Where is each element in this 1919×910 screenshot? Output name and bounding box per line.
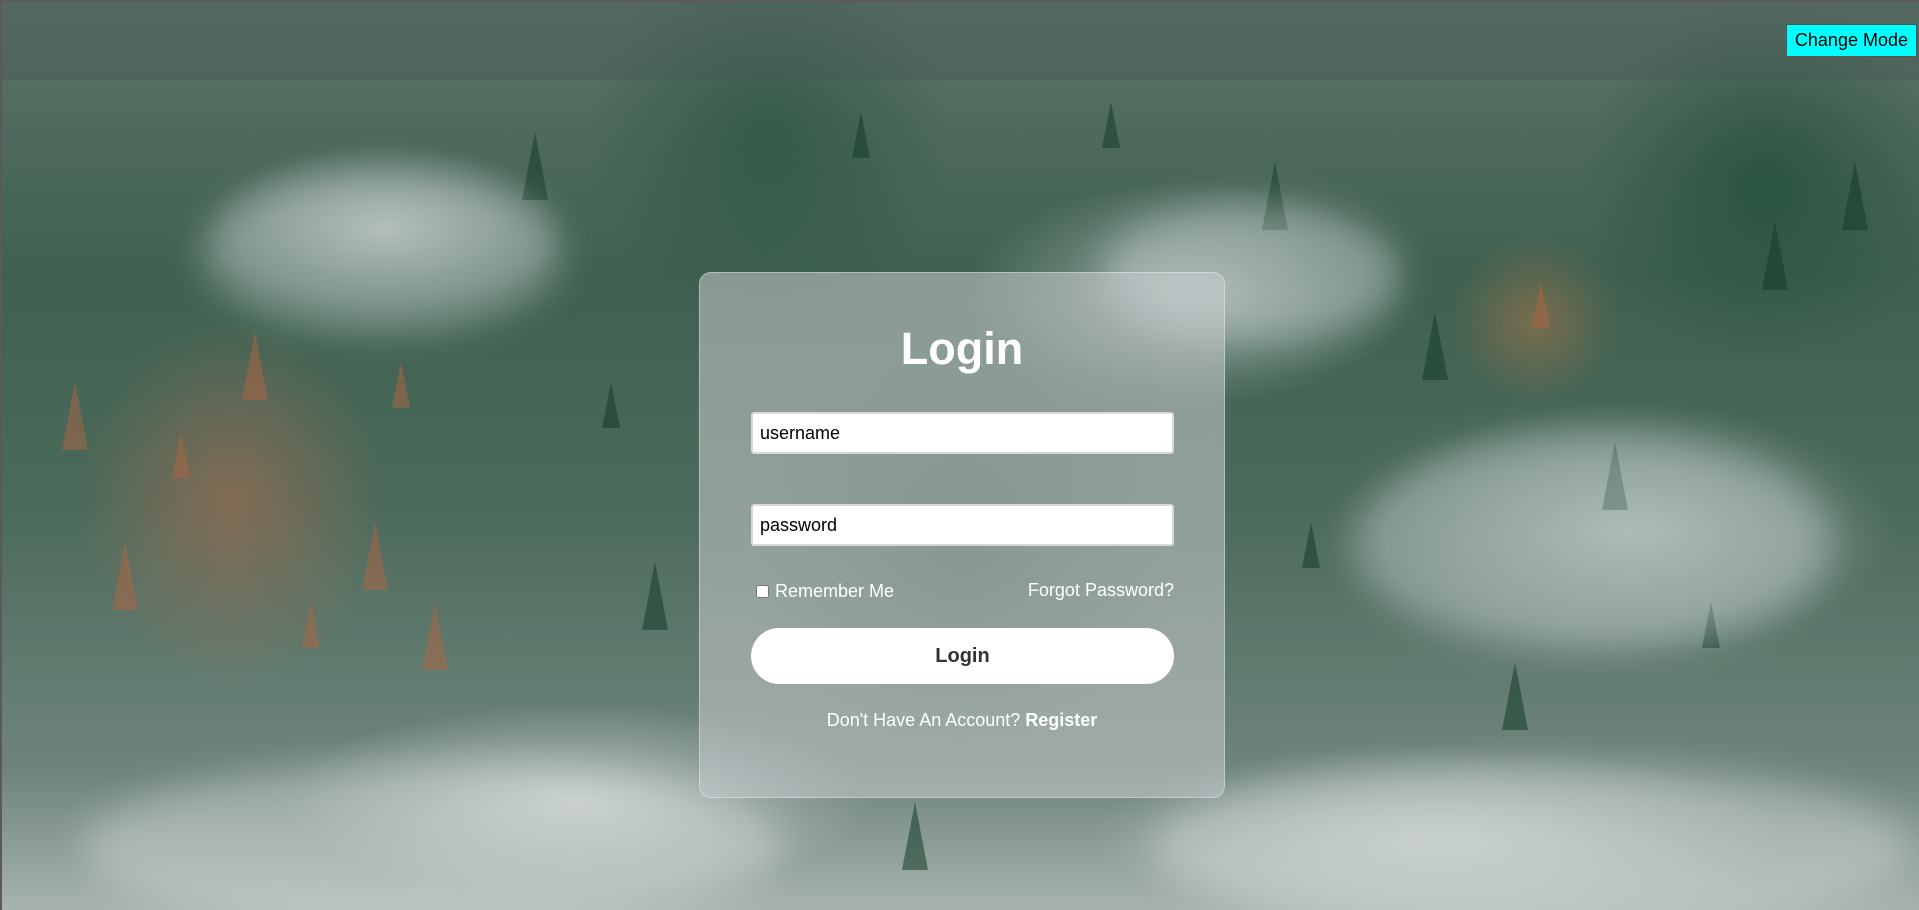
tree-decoration [642, 562, 668, 630]
tree-decoration [362, 522, 388, 590]
tree-decoration [1532, 282, 1550, 328]
no-account-text: Don't Have An Account? [826, 710, 1026, 730]
tree-decoration [602, 382, 620, 428]
tree-decoration [1502, 662, 1528, 730]
tree-decoration [422, 602, 448, 670]
tree-decoration [902, 802, 928, 870]
tree-decoration [1102, 102, 1120, 148]
tree-decoration [62, 382, 88, 450]
remember-me-label: Remember Me [775, 581, 895, 601]
login-button[interactable]: Login [751, 628, 1174, 684]
tree-decoration [392, 362, 410, 408]
mist-decoration [1352, 432, 1832, 652]
top-bar: Change Mode [2, 2, 1919, 80]
tree-decoration [522, 132, 548, 200]
register-prompt: Don't Have An Account? Register [700, 710, 1224, 731]
tree-decoration [302, 602, 320, 648]
tree-decoration [242, 332, 268, 400]
password-input[interactable] [751, 504, 1174, 546]
tree-decoration [1762, 222, 1788, 290]
mist-decoration [1152, 762, 1912, 910]
username-input[interactable] [751, 412, 1174, 454]
tree-decoration [1842, 162, 1868, 230]
mist-decoration [202, 172, 562, 332]
page: Change Mode Login Remember Me Forgot Pas… [0, 0, 1919, 910]
login-title: Login [900, 323, 1024, 374]
mist-decoration [82, 762, 782, 910]
tree-decoration [1302, 522, 1320, 568]
tree-decoration [172, 432, 190, 478]
register-link[interactable]: Register [1025, 710, 1097, 730]
remember-me-checkbox[interactable] [756, 585, 769, 598]
login-card: Login Remember Me Forgot Password? Login… [699, 272, 1225, 798]
forgot-password-link[interactable]: Forgot Password? [1028, 580, 1174, 601]
tree-decoration [1422, 312, 1448, 380]
change-mode-button[interactable]: Change Mode [1785, 24, 1917, 57]
tree-decoration [852, 112, 870, 158]
tree-decoration [112, 542, 138, 610]
remember-me[interactable]: Remember Me [756, 581, 894, 602]
